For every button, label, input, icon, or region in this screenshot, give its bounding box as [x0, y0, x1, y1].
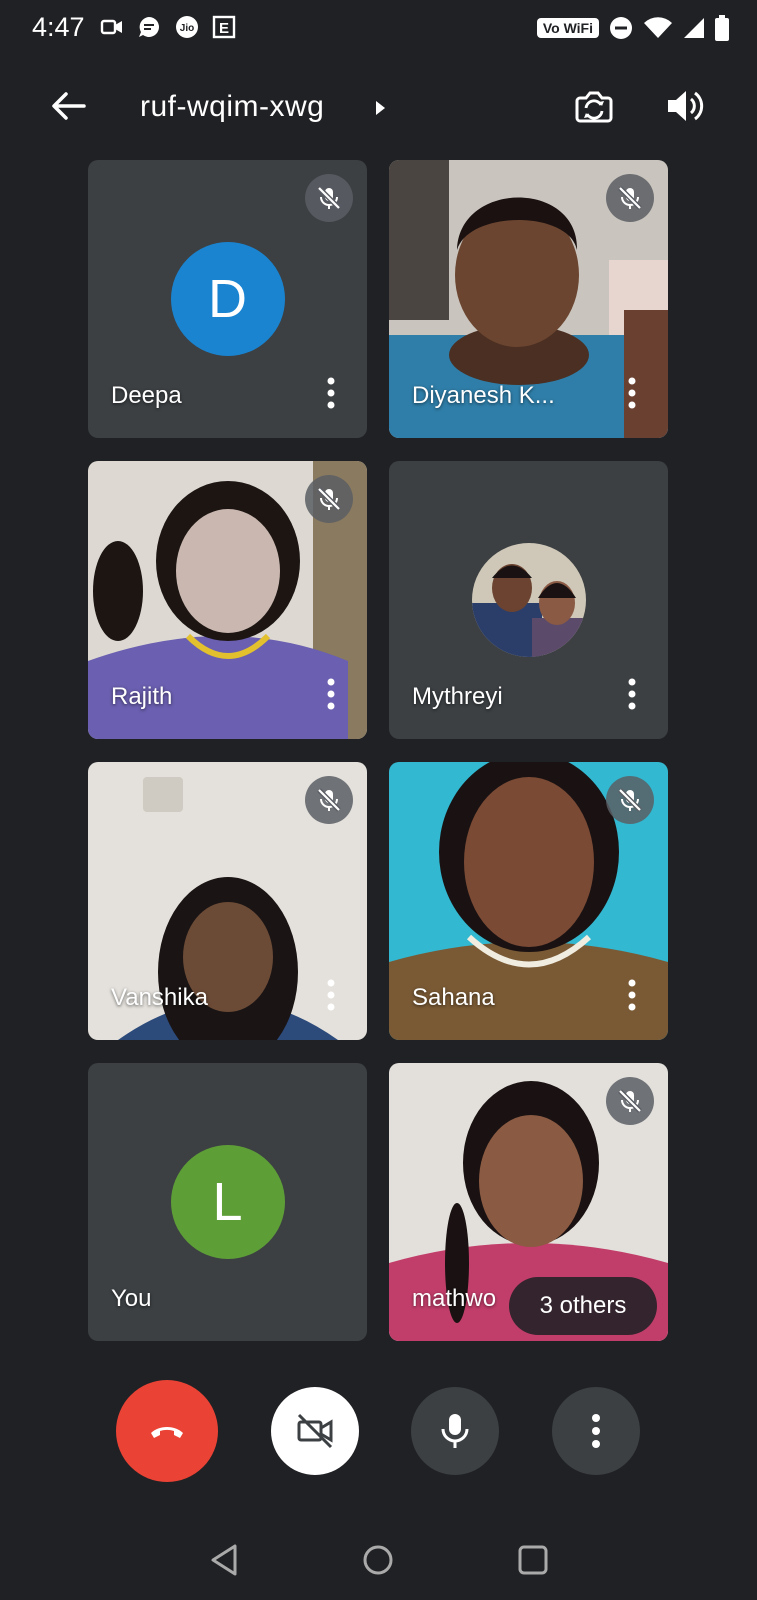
mic-icon: [441, 1414, 469, 1448]
participant-tile-you[interactable]: L You: [88, 1063, 367, 1341]
meeting-header: ruf-wqim-xwg: [0, 70, 757, 150]
svg-text:E: E: [219, 20, 229, 37]
wifi-icon: [644, 17, 672, 38]
mic-off-icon: [606, 776, 654, 824]
participant-tile-rajith[interactable]: Rajith: [88, 461, 367, 739]
mic-off-icon: [305, 776, 353, 824]
avatar: D: [170, 242, 285, 356]
participant-tile-vanshika[interactable]: Vanshika: [88, 762, 367, 1040]
nav-recents-icon[interactable]: [513, 1540, 553, 1580]
vowifi-badge: Vo WiFi: [536, 18, 599, 38]
more-vertical-icon[interactable]: [626, 376, 638, 410]
mic-off-icon: [305, 475, 353, 523]
more-vertical-icon[interactable]: [325, 677, 337, 711]
participant-name: Mythreyi: [412, 683, 503, 710]
clock: 4:47: [32, 12, 85, 42]
more-vertical-icon[interactable]: [626, 677, 638, 711]
more-vertical-icon[interactable]: [325, 978, 337, 1012]
participant-name: Diyanesh K...: [412, 382, 555, 409]
system-nav-bar: [0, 1530, 757, 1600]
mic-off-icon: [606, 174, 654, 222]
participant-tile-deepa[interactable]: D Deepa: [88, 160, 367, 438]
avatar-photo: [472, 543, 586, 657]
mic-off-icon: [305, 174, 353, 222]
jio-icon: Jio: [176, 16, 198, 38]
camera-toggle-button[interactable]: [271, 1387, 359, 1475]
participant-name: Rajith: [111, 683, 173, 710]
e-icon: E: [212, 15, 236, 39]
back-arrow-icon[interactable]: [48, 86, 88, 126]
switch-camera-icon[interactable]: [572, 84, 616, 128]
more-options-button[interactable]: [552, 1387, 640, 1475]
message-icon: [139, 17, 159, 37]
microphone-button[interactable]: [411, 1387, 499, 1475]
chevron-right-icon[interactable]: [374, 100, 386, 116]
speaker-icon[interactable]: [662, 84, 706, 128]
participant-tile-sahana[interactable]: Sahana: [389, 762, 668, 1040]
others-count-button[interactable]: 3 others: [509, 1277, 657, 1335]
call-controls: [0, 1376, 757, 1486]
participant-tile-mythreyi[interactable]: Mythreyi: [389, 461, 668, 739]
participant-name: Vanshika: [111, 984, 208, 1011]
video-icon: [100, 19, 122, 35]
participant-name: Sahana: [412, 984, 495, 1011]
nav-back-icon[interactable]: [205, 1540, 245, 1580]
more-vertical-icon[interactable]: [325, 376, 337, 410]
more-vertical-icon: [592, 1414, 600, 1448]
hang-up-icon: [151, 1427, 183, 1438]
status-bar: 4:47 Jio E Vo WiFi: [0, 0, 757, 56]
battery-icon: [715, 15, 729, 41]
participant-name: You: [111, 1285, 152, 1312]
participant-name: Deepa: [111, 382, 182, 409]
more-vertical-icon[interactable]: [626, 978, 638, 1012]
dnd-icon: [610, 17, 632, 39]
status-icons: Vo WiFi: [536, 14, 729, 42]
meeting-code[interactable]: ruf-wqim-xwg: [140, 90, 324, 124]
participant-name: mathwo: [412, 1285, 497, 1312]
nav-home-icon[interactable]: [358, 1540, 398, 1580]
camera-off-icon: [297, 1413, 333, 1449]
end-call-button[interactable]: [116, 1380, 218, 1482]
mic-off-icon: [606, 1077, 654, 1125]
signal-icon: [684, 18, 704, 38]
participant-tile-diyanesh[interactable]: Diyanesh K...: [389, 160, 668, 438]
svg-text:Jio: Jio: [180, 23, 194, 34]
avatar: L: [170, 1145, 285, 1259]
